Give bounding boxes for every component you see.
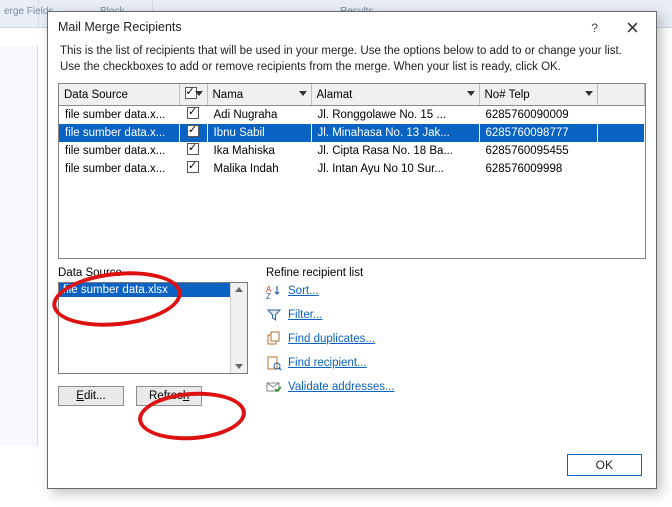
- cell-nama: Malika Indah: [207, 160, 311, 178]
- filter-link[interactable]: Filter...: [266, 307, 646, 323]
- list-item[interactable]: file sumber data.xlsx: [59, 283, 247, 297]
- refine-pane: Refine recipient list AZ Sort... Filter.…: [266, 267, 646, 442]
- scrollbar[interactable]: [230, 283, 247, 373]
- titlebar: Mail Merge Recipients ?: [48, 12, 656, 42]
- data-source-pane: Data Source file sumber data.xlsx Edit..…: [58, 267, 248, 442]
- dialog-footer: OK: [48, 442, 656, 488]
- sort-icon: AZ: [266, 283, 282, 299]
- cell-nama: Adi Nugraha: [207, 106, 311, 124]
- col-check-all[interactable]: [179, 84, 207, 106]
- duplicates-icon: [266, 331, 282, 347]
- validate-label: Validate addresses...: [288, 381, 395, 393]
- filter-icon: [266, 307, 282, 323]
- dialog-intro: This is the list of recipients that will…: [48, 42, 656, 81]
- cell-ds: file sumber data.x...: [59, 160, 179, 178]
- mail-merge-recipients-dialog: Mail Merge Recipients ? This is the list…: [47, 11, 657, 489]
- cell-ds: file sumber data.x...: [59, 106, 179, 124]
- table-row[interactable]: file sumber data.x... Ika MahiskaJl. Cipt…: [59, 142, 645, 160]
- cell-telp: 628576009998: [479, 160, 597, 178]
- find-label: Find recipient...: [288, 357, 367, 369]
- find-recipient-link[interactable]: Find recipient...: [266, 355, 646, 371]
- help-button[interactable]: ?: [576, 16, 612, 38]
- cell-alamat: Jl. Minahasa No. 13 Jak...: [311, 124, 479, 142]
- cell-telp: 6285760095455: [479, 142, 597, 160]
- data-source-listbox[interactable]: file sumber data.xlsx: [58, 282, 248, 374]
- cell-alamat: Jl. Intan Ayu No 10 Sur...: [311, 160, 479, 178]
- find-duplicates-link[interactable]: Find duplicates...: [266, 331, 646, 347]
- cell-alamat: Jl. Cipta Rasa No. 18 Ba...: [311, 142, 479, 160]
- filter-label: Filter...: [288, 309, 323, 321]
- close-button[interactable]: [614, 16, 650, 38]
- refine-label: Refine recipient list: [266, 267, 646, 279]
- col-nama[interactable]: Nama: [207, 84, 311, 106]
- dialog-title: Mail Merge Recipients: [58, 20, 182, 34]
- svg-text:?: ?: [591, 22, 598, 33]
- col-telp[interactable]: No# Telp: [479, 84, 597, 106]
- table-header-row: Data Source Nama Alamat No# Telp: [59, 84, 645, 106]
- cell-check[interactable]: [179, 142, 207, 160]
- cell-telp: 6285760098777: [479, 124, 597, 142]
- table-row[interactable]: file sumber data.x... Ibnu SabilJl. Minah…: [59, 124, 645, 142]
- recipients-table[interactable]: Data Source Nama Alamat No# Telp file su…: [58, 83, 646, 259]
- table-row[interactable]: file sumber data.x... Malika IndahJl. Int…: [59, 160, 645, 178]
- cell-ds: file sumber data.x...: [59, 124, 179, 142]
- cell-telp: 6285760090009: [479, 106, 597, 124]
- svg-text:Z: Z: [266, 292, 271, 299]
- table-row[interactable]: file sumber data.x... Adi NugrahaJl. Rong…: [59, 106, 645, 124]
- data-source-label: Data Source: [58, 267, 248, 279]
- validate-icon: [266, 379, 282, 395]
- col-data-source[interactable]: Data Source: [59, 84, 179, 106]
- ok-button[interactable]: OK: [567, 454, 642, 476]
- cell-nama: Ika Mahiska: [207, 142, 311, 160]
- cell-check[interactable]: [179, 124, 207, 142]
- cell-check[interactable]: [179, 106, 207, 124]
- cell-alamat: Jl. Ronggolawe No. 15 ...: [311, 106, 479, 124]
- refresh-button[interactable]: Refresh: [136, 386, 202, 406]
- col-alamat[interactable]: Alamat: [311, 84, 479, 106]
- edit-button[interactable]: Edit...: [58, 386, 124, 406]
- checkbox-icon[interactable]: [187, 143, 199, 155]
- dupes-label: Find duplicates...: [288, 333, 375, 345]
- col-blank: [597, 84, 645, 106]
- cell-check[interactable]: [179, 160, 207, 178]
- sort-link[interactable]: AZ Sort...: [266, 283, 646, 299]
- checkbox-icon[interactable]: [187, 125, 199, 137]
- sort-label: Sort...: [288, 285, 319, 297]
- cell-nama: Ibnu Sabil: [207, 124, 311, 142]
- doc-margin: [0, 46, 38, 446]
- checkbox-icon[interactable]: [187, 107, 199, 119]
- checkbox-icon[interactable]: [187, 161, 199, 173]
- validate-addresses-link[interactable]: Validate addresses...: [266, 379, 646, 395]
- find-icon: [266, 355, 282, 371]
- cell-ds: file sumber data.x...: [59, 142, 179, 160]
